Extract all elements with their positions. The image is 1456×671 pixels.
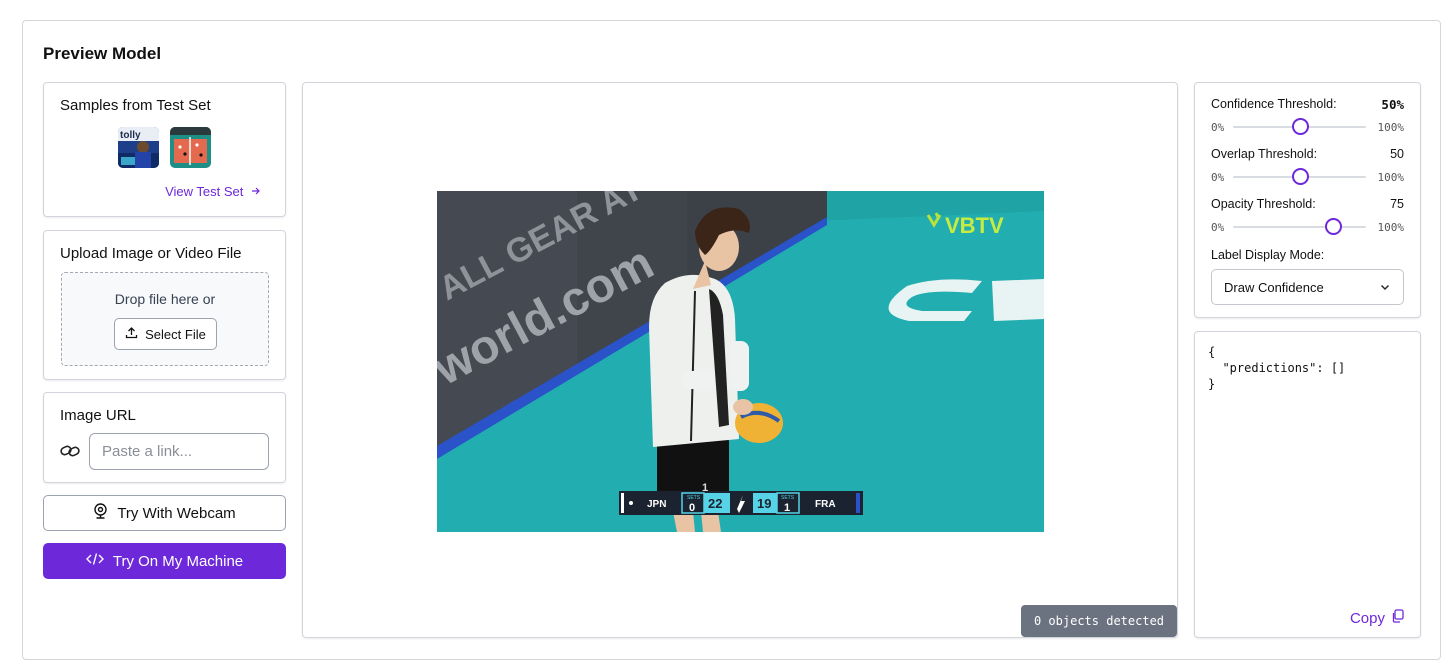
overlap-label: Overlap Threshold: xyxy=(1211,147,1318,161)
overlap-thumb[interactable] xyxy=(1291,168,1309,185)
confidence-track[interactable] xyxy=(1233,118,1366,135)
brand-text: VBTV xyxy=(945,213,1004,238)
label-mode-setting: Label Display Mode: xyxy=(1211,248,1404,262)
sample-thumbnail-2[interactable] xyxy=(170,127,211,168)
confidence-max: 100% xyxy=(1377,121,1405,134)
sets-caption-right: SETS xyxy=(781,495,795,501)
sample-thumbnail-1[interactable]: tolly xyxy=(118,127,159,168)
objects-detected-badge: 0 objects detected xyxy=(1021,605,1177,637)
overlap-max: 100% xyxy=(1377,171,1405,184)
overlap-value: 50 xyxy=(1390,147,1404,161)
label-mode-label: Label Display Mode: xyxy=(1211,248,1325,262)
select-file-button[interactable]: Select File xyxy=(114,318,217,350)
arrow-right-icon xyxy=(251,184,261,199)
team-left: JPN xyxy=(647,499,666,510)
opacity-max: 100% xyxy=(1377,221,1405,234)
label-mode-selected: Draw Confidence xyxy=(1224,279,1324,295)
opacity-min: 0% xyxy=(1211,221,1225,234)
opacity-thumb[interactable] xyxy=(1324,218,1342,235)
try-on-my-machine-button[interactable]: Try On My Machine xyxy=(43,543,286,579)
image-url-input[interactable] xyxy=(89,433,269,470)
file-dropzone[interactable]: Drop file here or Select File xyxy=(61,272,269,366)
opacity-track[interactable] xyxy=(1233,218,1366,235)
copy-button[interactable]: Copy xyxy=(1350,609,1404,627)
label-mode-select[interactable]: Draw Confidence xyxy=(1211,269,1404,305)
team-right: FRA xyxy=(815,499,836,510)
try-webcam-button[interactable]: Try With Webcam xyxy=(43,495,286,531)
preview-card: ALL GEAR AT world.com VBTV 1 JPN SETS 0 … xyxy=(302,82,1178,638)
confidence-thumb[interactable] xyxy=(1291,118,1309,135)
opacity-setting: Opacity Threshold: 75 xyxy=(1211,197,1404,211)
upload-icon xyxy=(125,326,138,342)
confidence-label: Confidence Threshold: xyxy=(1211,97,1337,111)
overlap-min: 0% xyxy=(1211,171,1225,184)
samples-title: Samples from Test Set xyxy=(60,97,211,114)
overlap-track[interactable] xyxy=(1233,168,1366,185)
webcam-icon xyxy=(93,503,108,523)
samples-card: Samples from Test Set tolly View Test Se… xyxy=(43,82,286,217)
image-url-title: Image URL xyxy=(60,407,136,424)
link-icon xyxy=(60,443,80,464)
select-file-label: Select File xyxy=(145,326,206,342)
image-url-card: Image URL xyxy=(43,392,286,483)
view-test-set-label: View Test Set xyxy=(165,184,244,199)
score-left: 22 xyxy=(708,496,722,511)
sets-right: 1 xyxy=(784,502,790,514)
overlap-slider[interactable]: 0% 100% xyxy=(1211,168,1404,186)
confidence-setting: Confidence Threshold: 50% xyxy=(1211,97,1404,112)
chevron-down-icon xyxy=(1379,281,1391,296)
confidence-value: 50% xyxy=(1381,97,1404,112)
scoreboard: JPN SETS 0 22 19 SETS 1 FRA xyxy=(619,491,863,515)
preview-image: ALL GEAR AT world.com VBTV 1 JPN SETS 0 … xyxy=(437,191,1044,532)
copy-label: Copy xyxy=(1349,609,1385,627)
settings-card: Confidence Threshold: 50% 0% 100% Overla… xyxy=(1194,82,1421,318)
json-output-card: { "predictions": [] } Copy xyxy=(1194,331,1421,638)
upload-title: Upload Image or Video File xyxy=(60,245,242,262)
preview-model-panel: Preview Model Samples from Test Set toll… xyxy=(22,20,1441,660)
copy-icon xyxy=(1391,609,1404,627)
sets-left: 0 xyxy=(689,502,695,514)
sets-caption-left: SETS xyxy=(687,495,701,501)
svg-text:tolly: tolly xyxy=(120,130,141,141)
score-right: 19 xyxy=(757,496,771,511)
confidence-min: 0% xyxy=(1211,121,1225,134)
opacity-label: Opacity Threshold: xyxy=(1211,197,1316,211)
view-test-set-link[interactable]: View Test Set xyxy=(165,184,261,199)
json-output: { "predictions": [] } xyxy=(1208,345,1346,391)
opacity-value: 75 xyxy=(1390,197,1404,211)
confidence-slider[interactable]: 0% 100% xyxy=(1211,118,1404,136)
try-on-my-machine-label: Try On My Machine xyxy=(112,552,244,570)
page-title: Preview Model xyxy=(43,44,162,63)
upload-card: Upload Image or Video File Drop file her… xyxy=(43,230,286,380)
try-webcam-label: Try With Webcam xyxy=(117,504,236,522)
code-icon xyxy=(85,552,104,570)
drop-text: Drop file here or xyxy=(114,291,216,307)
overlap-setting: Overlap Threshold: 50 xyxy=(1211,147,1404,161)
opacity-slider[interactable]: 0% 100% xyxy=(1211,218,1404,236)
